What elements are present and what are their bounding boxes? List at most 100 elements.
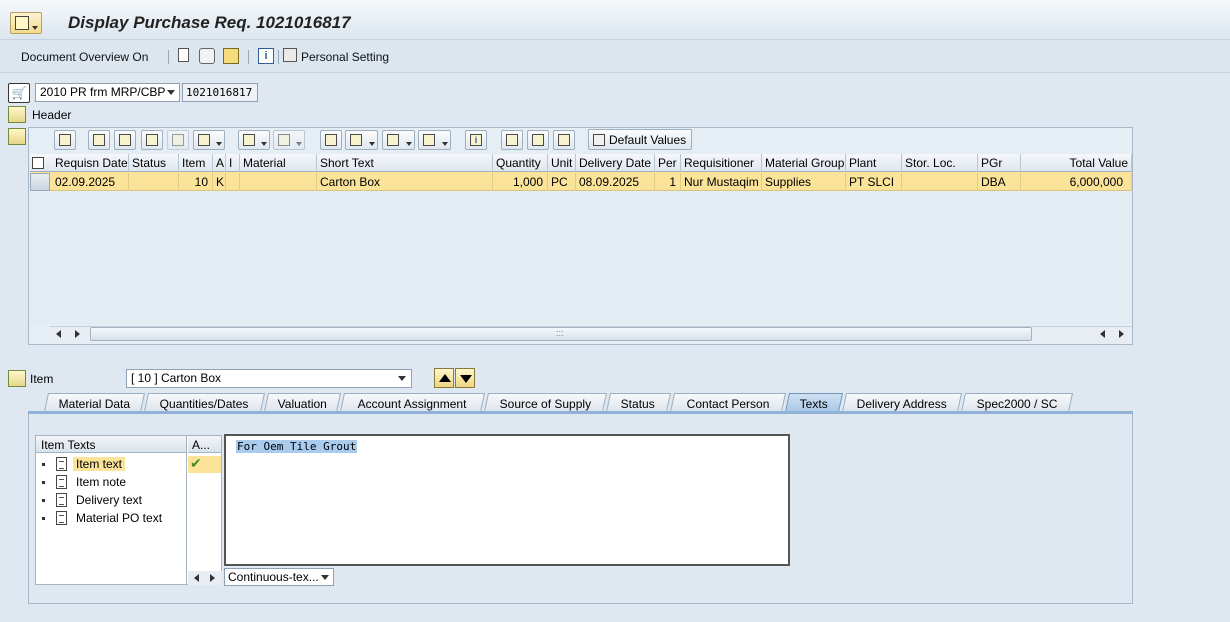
tab-quantities-dates[interactable]: Quantities/Dates	[143, 393, 266, 412]
cell-delivery-date[interactable]: 08.09.2025	[576, 173, 655, 191]
col-unit[interactable]: Unit	[548, 154, 576, 172]
col-requisitioner[interactable]: Requisitioner	[681, 154, 762, 172]
expand-items-icon[interactable]	[8, 128, 26, 145]
scroll-left-icon[interactable]	[56, 330, 61, 338]
filter-button[interactable]	[193, 130, 225, 150]
cell-per[interactable]: 1	[655, 173, 681, 191]
col-stor-loc[interactable]: Stor. Loc.	[902, 154, 978, 172]
scroll-left-icon[interactable]	[1100, 330, 1105, 338]
cell-quantity[interactable]: 1,000	[493, 173, 548, 191]
default-values-button[interactable]: Default Values	[588, 129, 692, 150]
tree-item-material-po-text[interactable]: Material PO text	[42, 510, 187, 527]
scroll-left-icon[interactable]	[194, 574, 199, 582]
document-number-field[interactable]: 1021016817	[182, 83, 258, 102]
dropdown-caret-icon	[216, 142, 222, 146]
scrollbar-thumb[interactable]: :::	[90, 327, 1032, 341]
cell-account-assignment[interactable]: K	[213, 173, 226, 191]
text-format-select[interactable]: Continuous-tex...	[224, 568, 334, 586]
cell-requisitioner[interactable]: Nur Mustaqim	[681, 173, 762, 191]
col-per[interactable]: Per	[655, 154, 681, 172]
document-overview-button[interactable]: Document Overview On	[21, 50, 148, 64]
cell-requisn-date[interactable]: 02.09.2025	[52, 173, 129, 191]
cell-material-group[interactable]: Supplies	[762, 173, 846, 191]
dropdown-caret-icon	[406, 142, 412, 146]
cell-status[interactable]	[129, 173, 179, 191]
tab-spec2000-sc[interactable]: Spec2000 / SC	[960, 393, 1074, 412]
status-column-header[interactable]: A...	[188, 436, 221, 453]
cell-item-category[interactable]	[226, 173, 240, 191]
row-selector[interactable]	[30, 173, 50, 191]
col-quantity[interactable]: Quantity	[493, 154, 548, 172]
tree-item-delivery-text[interactable]: Delivery text	[42, 492, 187, 509]
layout-button[interactable]	[418, 130, 451, 150]
personal-setting-icon[interactable]	[283, 48, 297, 62]
col-material-group[interactable]: Material Group	[762, 154, 846, 172]
tab-valuation[interactable]: Valuation	[263, 393, 342, 412]
display-change-icon[interactable]	[199, 48, 215, 64]
find-button[interactable]	[141, 130, 163, 150]
info-icon[interactable]: i	[258, 48, 274, 64]
col-delivery-date[interactable]: Delivery Date	[576, 154, 655, 172]
cell-plant[interactable]: PT SLCI	[846, 173, 902, 191]
col-plant[interactable]: Plant	[846, 154, 902, 172]
next-item-button[interactable]	[455, 368, 475, 388]
tab-texts[interactable]: Texts	[784, 393, 844, 412]
col-item[interactable]: Item	[179, 154, 213, 172]
details-button[interactable]	[54, 130, 76, 150]
collapse-item-detail-icon[interactable]	[8, 370, 26, 387]
text-editor[interactable]	[224, 434, 790, 566]
subtotal-button[interactable]	[273, 130, 305, 150]
expand-header-icon[interactable]	[8, 106, 26, 123]
views-button[interactable]	[345, 130, 378, 150]
col-total-value[interactable]: Total Value	[1021, 154, 1132, 172]
scroll-right-icon[interactable]	[210, 574, 215, 582]
cell-total-value[interactable]: 6,000,000	[1021, 173, 1132, 191]
scroll-right-icon[interactable]	[75, 330, 80, 338]
col-short-text[interactable]: Short Text	[317, 154, 493, 172]
tree-item-item-note[interactable]: Item note	[42, 474, 187, 491]
sum-button[interactable]	[238, 130, 270, 150]
tab-source-of-supply[interactable]: Source of Supply	[483, 393, 608, 412]
col-material[interactable]: Material	[240, 154, 317, 172]
tab-status[interactable]: Status	[605, 393, 672, 412]
grid-info-button[interactable]: i	[465, 130, 487, 150]
personal-setting-button[interactable]: Personal Setting	[301, 50, 389, 64]
col-account-assignment[interactable]: A	[213, 154, 226, 172]
cell-pgr[interactable]: DBA	[978, 173, 1021, 191]
tree-column-header[interactable]: Item Texts	[36, 436, 186, 453]
document-icon	[56, 457, 67, 471]
tree-item-item-text[interactable]: Item text	[42, 456, 187, 473]
tab-contact-person[interactable]: Contact Person	[669, 393, 787, 412]
other-document-icon[interactable]	[223, 48, 239, 64]
tab-delivery-address[interactable]: Delivery Address	[841, 393, 963, 412]
col-requisn-date[interactable]: Requisn Date	[52, 154, 129, 172]
col-item-category[interactable]: I	[226, 154, 240, 172]
export-button[interactable]	[382, 130, 415, 150]
assign-button[interactable]	[527, 130, 549, 150]
tab-material-data[interactable]: Material Data	[43, 393, 146, 412]
editor-content[interactable]: For Oem Tile Grout	[236, 440, 358, 453]
sort-descending-button[interactable]	[114, 130, 136, 150]
previous-item-button[interactable]	[434, 368, 454, 388]
new-document-icon[interactable]	[178, 48, 189, 62]
system-menu-button[interactable]	[10, 12, 42, 34]
scroll-right-icon[interactable]	[1119, 330, 1124, 338]
cell-material[interactable]	[240, 173, 317, 191]
document-flow-button[interactable]	[501, 130, 523, 150]
cell-stor-loc[interactable]	[902, 173, 978, 191]
hand-button[interactable]	[553, 130, 575, 150]
col-status[interactable]: Status	[129, 154, 179, 172]
find-next-button[interactable]	[167, 130, 189, 150]
column-settings-icon[interactable]	[32, 157, 44, 169]
print-button[interactable]	[320, 130, 342, 150]
cell-unit[interactable]: PC	[548, 173, 576, 191]
item-select[interactable]: [ 10 ] Carton Box	[126, 369, 412, 388]
item-section-label: Item	[30, 372, 54, 386]
shopping-cart-icon[interactable]: 🛒	[8, 83, 30, 103]
document-type-select[interactable]: 2010 PR frm MRP/CBP	[35, 83, 180, 102]
tab-account-assignment[interactable]: Account Assignment	[339, 393, 486, 412]
sort-ascending-button[interactable]	[88, 130, 110, 150]
col-pgr[interactable]: PGr	[978, 154, 1021, 172]
cell-short-text[interactable]: Carton Box	[317, 173, 493, 191]
cell-item[interactable]: 10	[179, 173, 213, 191]
